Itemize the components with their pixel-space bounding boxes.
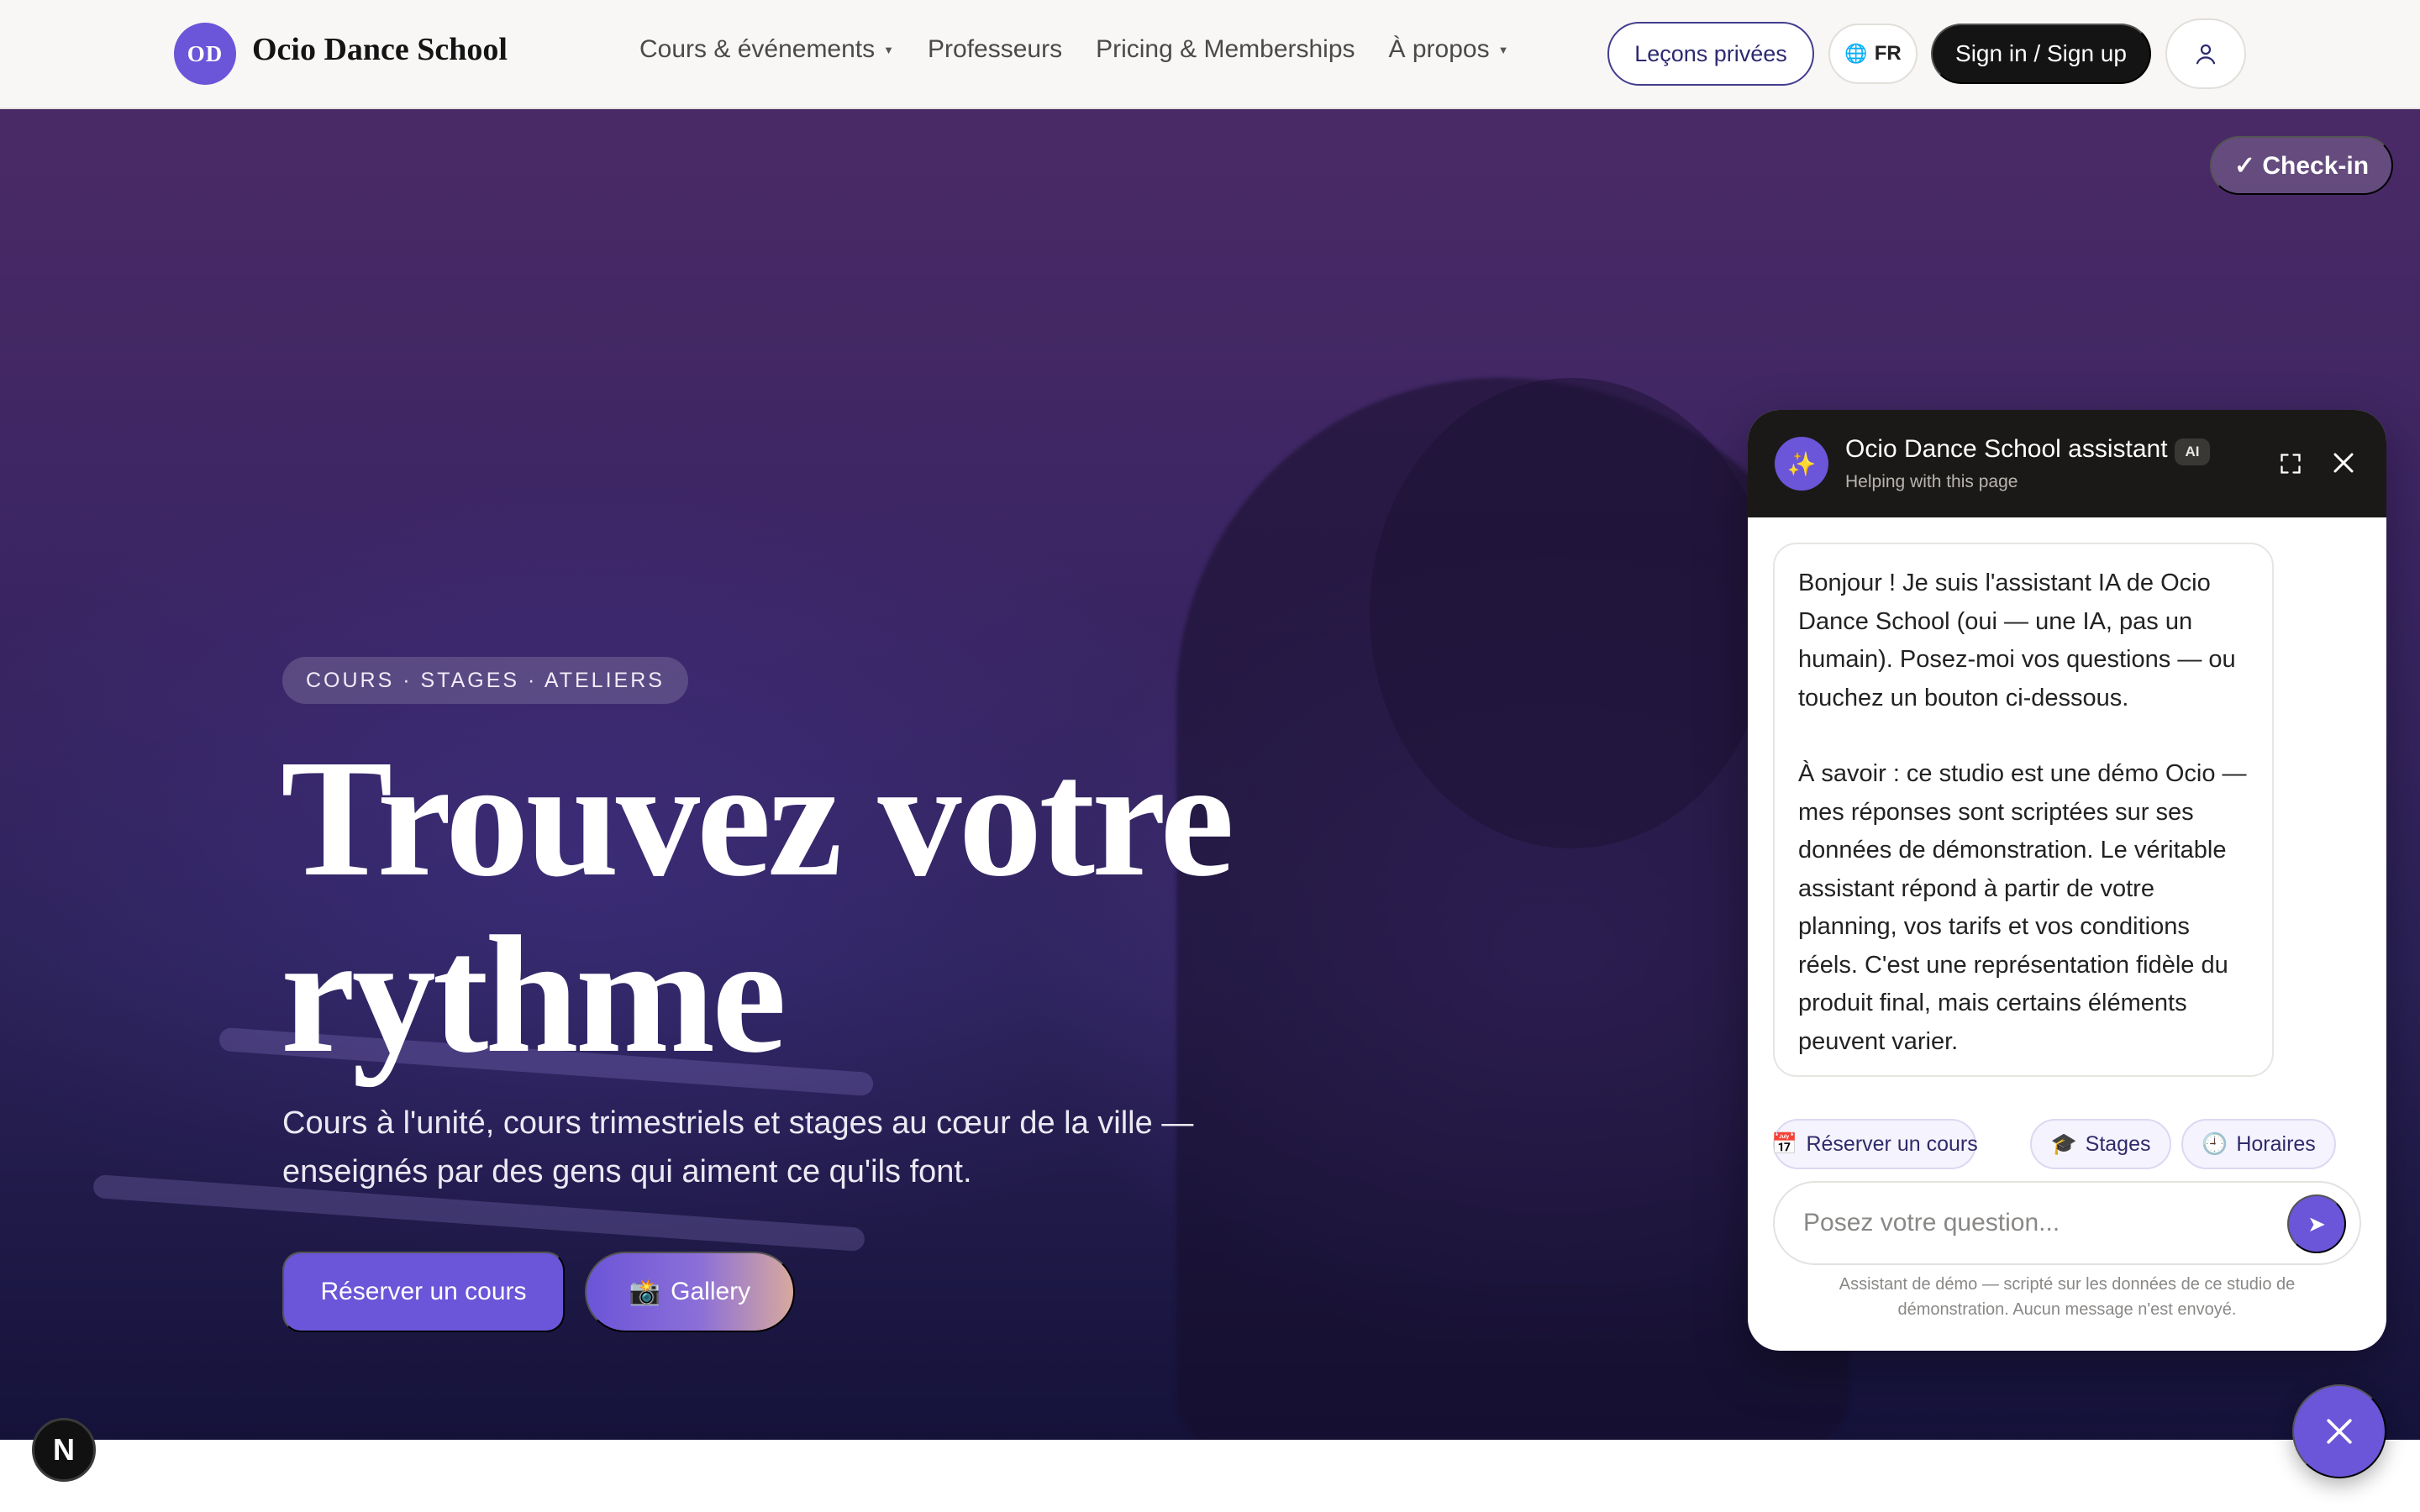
nav-item-professeurs[interactable]: Professeurs bbox=[928, 35, 1062, 64]
nav-item-label: Pricing & Memberships bbox=[1096, 35, 1355, 63]
chat-title: Ocio Dance School assistant bbox=[1845, 435, 2168, 463]
globe-icon: 🌐 bbox=[1844, 43, 1868, 64]
chip-horaires[interactable]: 🕘 Horaires bbox=[2181, 1119, 2336, 1169]
sparkles-icon: ✨ bbox=[1775, 437, 1828, 491]
camera-icon: 📸 bbox=[629, 1278, 661, 1306]
book-class-button[interactable]: Réserver un cours bbox=[282, 1252, 565, 1332]
graduation-cap-icon: 🎓 bbox=[2050, 1131, 2077, 1156]
send-icon[interactable]: ➤ bbox=[2287, 1194, 2346, 1253]
dancer-head-silhouette bbox=[1370, 378, 1773, 848]
hero-subtitle: Cours à l'unité, cours trimestriels et s… bbox=[282, 1105, 1194, 1189]
brand-name[interactable]: Ocio Dance School bbox=[252, 31, 508, 68]
language-label: FR bbox=[1874, 42, 1902, 65]
close-icon[interactable] bbox=[2331, 450, 2356, 475]
chat-disclaimer: Assistant de démo — scripté sur les donn… bbox=[1839, 1275, 2296, 1319]
hero-eyebrow: COURS · STAGES · ATELIERS bbox=[282, 657, 688, 704]
hero-title-line-2: rythme bbox=[281, 902, 786, 1088]
ai-badge: AI bbox=[2175, 438, 2210, 465]
nav-item-label: Professeurs bbox=[928, 35, 1063, 63]
logo-badge[interactable]: OD bbox=[174, 23, 236, 85]
message-paragraph: À savoir : ce studio est une démo Ocio —… bbox=[1798, 760, 2247, 1055]
top-navigation: OD Ocio Dance School Cours & événements … bbox=[0, 0, 2420, 109]
chip-label: Stages bbox=[2085, 1131, 2151, 1156]
caret-down-icon: ▼ bbox=[883, 43, 895, 56]
chip-label: Horaires bbox=[2236, 1131, 2316, 1156]
user-account-button[interactable] bbox=[2165, 18, 2246, 89]
chat-input-bar: ➤ bbox=[1773, 1181, 2361, 1265]
check-in-button[interactable]: ✓ Check-in bbox=[2210, 136, 2393, 195]
gallery-button[interactable]: 📸 Gallery bbox=[585, 1252, 795, 1332]
private-lessons-button[interactable]: Leçons privées bbox=[1607, 22, 1814, 86]
hero-title-line-1: Trouvez votre bbox=[281, 726, 1234, 911]
close-chat-fab[interactable] bbox=[2292, 1384, 2386, 1478]
sign-in-button[interactable]: Sign in / Sign up bbox=[1931, 24, 2151, 84]
nav-item-label: Cours & événements bbox=[639, 35, 876, 63]
nav-item-cours-evenements[interactable]: Cours & événements ▼ bbox=[639, 35, 894, 64]
chat-header: ✨ Ocio Dance School assistant AI Helping… bbox=[1748, 410, 2386, 517]
hero-title: Trouvez votre rythme bbox=[281, 731, 1289, 1084]
chip-stages[interactable]: 🎓 Stages bbox=[2030, 1119, 2171, 1169]
user-icon bbox=[2196, 44, 2216, 65]
calendar-icon: 📅 bbox=[1771, 1131, 1798, 1156]
clock-icon: 🕘 bbox=[2202, 1131, 2228, 1156]
chat-subtitle: Helping with this page bbox=[1845, 472, 2018, 491]
gallery-label: Gallery bbox=[671, 1278, 751, 1305]
language-switcher[interactable]: 🌐 FR bbox=[1828, 24, 1918, 84]
chat-question-input[interactable] bbox=[1803, 1183, 2274, 1263]
close-icon bbox=[2327, 1419, 2352, 1444]
nav-item-label: À propos bbox=[1388, 35, 1490, 63]
message-paragraph: Bonjour ! Je suis l'assistant IA de Ocio… bbox=[1798, 570, 2236, 711]
assistant-message: Bonjour ! Je suis l'assistant IA de Ocio… bbox=[1773, 543, 2274, 1077]
nav-item-pricing[interactable]: Pricing & Memberships bbox=[1096, 35, 1355, 64]
dev-tools-badge[interactable]: N bbox=[32, 1418, 96, 1482]
nav-links: Cours & événements ▼ Professeurs Pricing… bbox=[639, 35, 1508, 64]
assistant-chat-panel: ✨ Ocio Dance School assistant AI Helping… bbox=[1748, 410, 2386, 1351]
nav-item-a-propos[interactable]: À propos ▼ bbox=[1389, 35, 1509, 64]
chip-book-class[interactable]: 📅 Réserver un cours bbox=[1771, 1119, 1978, 1169]
expand-icon[interactable] bbox=[2279, 452, 2302, 475]
caret-down-icon: ▼ bbox=[1497, 43, 1509, 56]
chip-label: Réserver un cours bbox=[1806, 1131, 1978, 1156]
